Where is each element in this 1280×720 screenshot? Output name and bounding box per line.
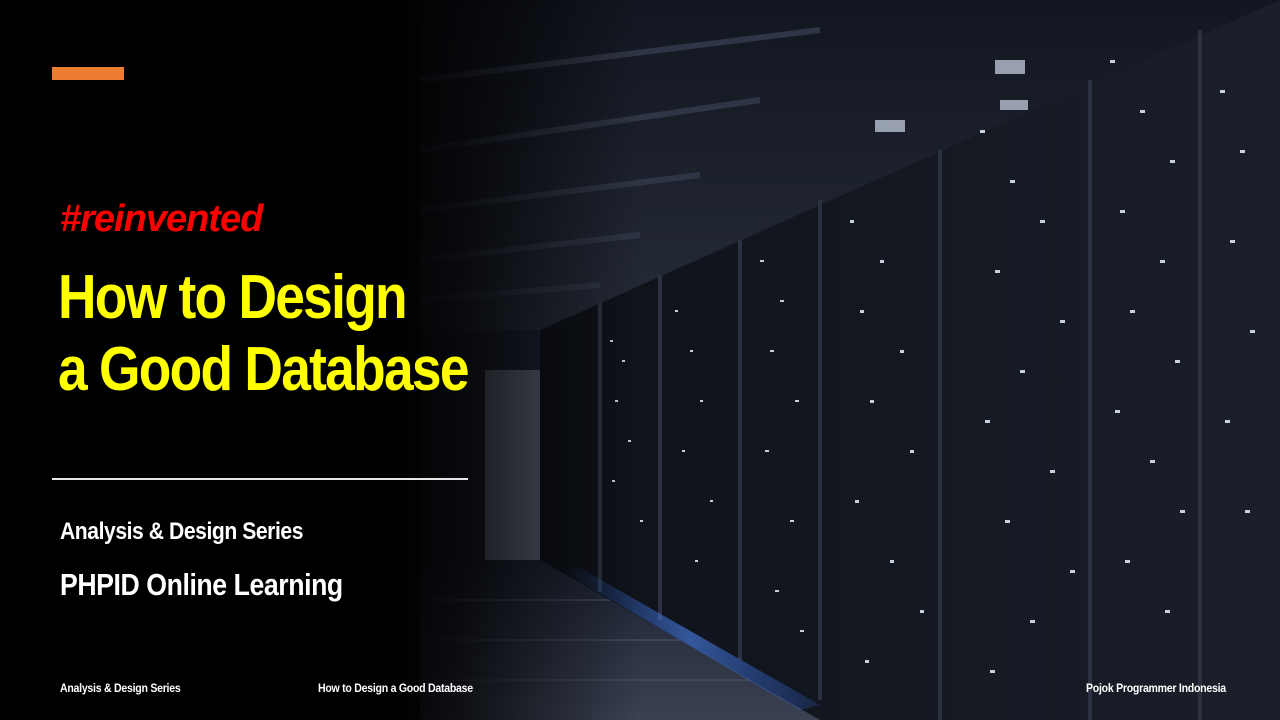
- accent-bar: [52, 67, 124, 80]
- title-slide: #reinvented How to Design a Good Databas…: [0, 0, 1280, 720]
- slide-title: How to Design a Good Database: [58, 262, 469, 406]
- organization-name: PHPID Online Learning: [60, 567, 343, 602]
- footer-right-text: Pojok Programmer Indonesia: [1086, 681, 1226, 695]
- slide-title-line-2: a Good Database: [58, 335, 469, 404]
- title-divider: [52, 478, 468, 480]
- footer-center-text: How to Design a Good Database: [318, 681, 473, 695]
- hashtag-label: #reinvented: [60, 198, 263, 240]
- slide-title-line-1: How to Design: [58, 263, 408, 332]
- footer-left-text: Analysis & Design Series: [60, 681, 181, 695]
- series-subtitle: Analysis & Design Series: [60, 518, 304, 545]
